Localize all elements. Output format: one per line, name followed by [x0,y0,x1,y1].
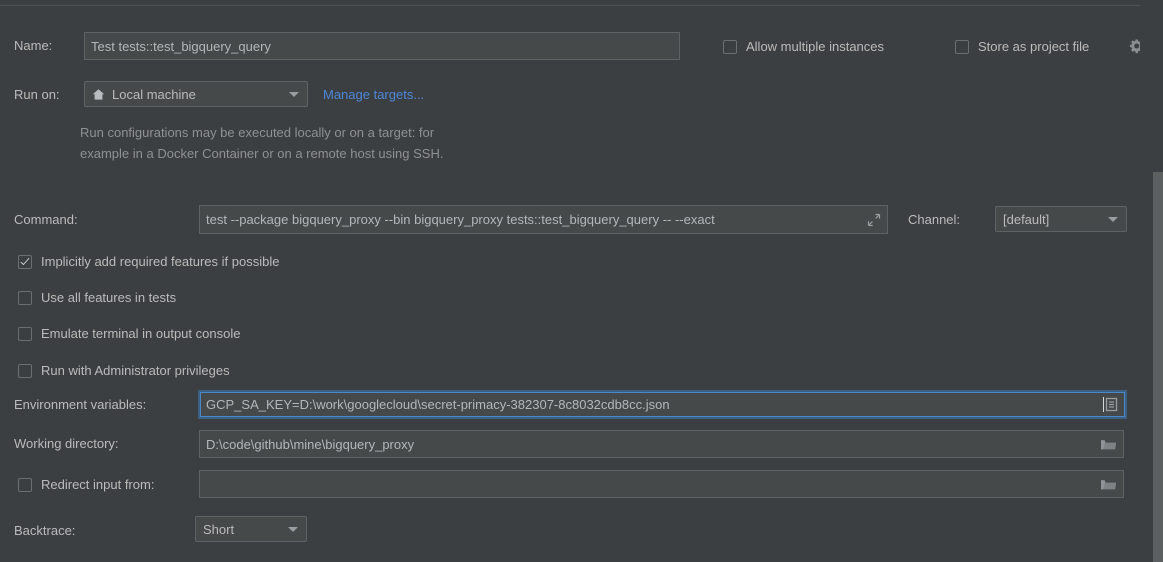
implicitly-add-features-label: Implicitly add required features if poss… [41,254,280,269]
command-input-value: test --package bigquery_proxy --bin bigq… [206,212,715,227]
run-as-admin-checkbox[interactable]: Run with Administrator privileges [18,363,230,378]
chevron-down-icon [1108,216,1118,222]
allow-multiple-instances-label: Allow multiple instances [746,39,885,54]
run-as-admin-label: Run with Administrator privileges [41,363,230,378]
use-all-features-box[interactable] [18,290,32,305]
list-icon[interactable] [1104,397,1119,412]
manage-targets-link[interactable]: Manage targets... [323,87,424,102]
channel-combo[interactable]: [default] [995,206,1127,232]
backtrace-combo[interactable]: Short [195,516,307,542]
run-on-combo-value: Local machine [112,86,196,102]
emulate-terminal-checkbox[interactable]: Emulate terminal in output console [18,326,240,341]
name-input-value: Test tests::test_bigquery_query [91,38,271,54]
scrollbar-thumb[interactable] [1153,172,1163,562]
name-input[interactable]: Test tests::test_bigquery_query [84,32,680,60]
working-directory-input[interactable]: D:\code\github\mine\bigquery_proxy [199,430,1124,458]
vertical-scrollbar[interactable] [1140,0,1163,562]
channel-label: Channel: [908,212,961,227]
chevron-down-icon [289,91,299,97]
working-directory-value: D:\code\github\mine\bigquery_proxy [206,436,415,452]
use-all-features-checkbox[interactable]: Use all features in tests [18,290,176,305]
use-all-features-label: Use all features in tests [41,290,177,305]
run-on-label: Run on: [14,87,60,102]
environment-variables-label: Environment variables: [14,397,147,412]
home-icon [92,88,105,101]
store-as-project-file-box[interactable] [955,39,969,54]
panel-top-divider [0,5,1163,6]
backtrace-label: Backtrace: [14,523,76,538]
redirect-input-checkbox[interactable]: Redirect input from: [18,477,154,492]
expand-icon[interactable] [867,213,881,227]
run-on-combo[interactable]: Local machine [84,81,308,107]
store-as-project-file-checkbox[interactable]: Store as project file [955,39,1089,54]
name-label: Name: [14,38,53,53]
command-input[interactable]: test --package bigquery_proxy --bin bigq… [199,205,888,234]
run-on-description-line1: Run configurations may be executed local… [80,125,435,140]
redirect-input-field[interactable] [199,470,1124,498]
backtrace-combo-value: Short [203,521,235,537]
allow-multiple-instances-box[interactable] [723,39,737,54]
implicitly-add-features-box[interactable] [18,254,32,269]
implicitly-add-features-checkbox[interactable]: Implicitly add required features if poss… [18,254,279,269]
environment-variables-input[interactable]: GCP_SA_KEY=D:\work\googlecloud\secret-pr… [198,390,1127,419]
redirect-input-label: Redirect input from: [41,477,155,492]
allow-multiple-instances-checkbox[interactable]: Allow multiple instances [723,39,884,54]
emulate-terminal-label: Emulate terminal in output console [41,326,241,341]
emulate-terminal-box[interactable] [18,326,32,341]
store-as-project-file-label: Store as project file [978,39,1090,54]
run-configuration-panel: Name: Test tests::test_bigquery_query Al… [0,0,1163,562]
run-on-description-line2: example in a Docker Container or on a re… [80,146,444,161]
command-label: Command: [14,212,78,227]
folder-icon[interactable] [1100,477,1117,492]
run-as-admin-box[interactable] [18,363,32,378]
chevron-down-icon [288,526,298,532]
environment-variables-value: GCP_SA_KEY=D:\work\googlecloud\secret-pr… [206,397,670,412]
channel-combo-value: [default] [1003,211,1050,227]
working-directory-label: Working directory: [14,436,119,451]
redirect-input-box[interactable] [18,477,32,492]
folder-icon[interactable] [1100,437,1117,452]
